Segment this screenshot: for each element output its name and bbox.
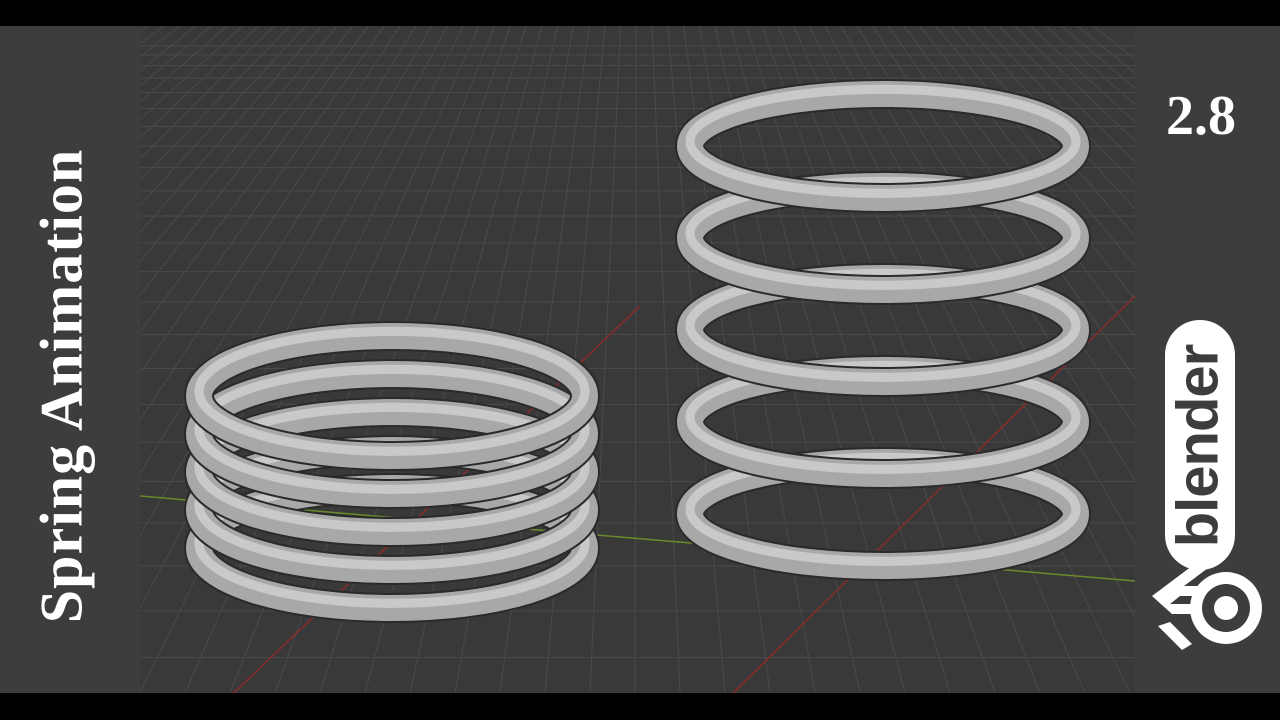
compressed-spring[interactable] [184, 321, 600, 623]
3d-viewport[interactable] [140, 26, 1135, 693]
version-label: 2.8 [1166, 85, 1236, 147]
stretched-spring[interactable] [675, 79, 1091, 581]
viewport-canvas [140, 26, 1135, 693]
thumbnail-frame: Spring Animation 2.8 blender [0, 26, 1280, 693]
blender-wordmark: blender [1165, 344, 1231, 548]
video-title: Spring Animation [28, 148, 95, 624]
